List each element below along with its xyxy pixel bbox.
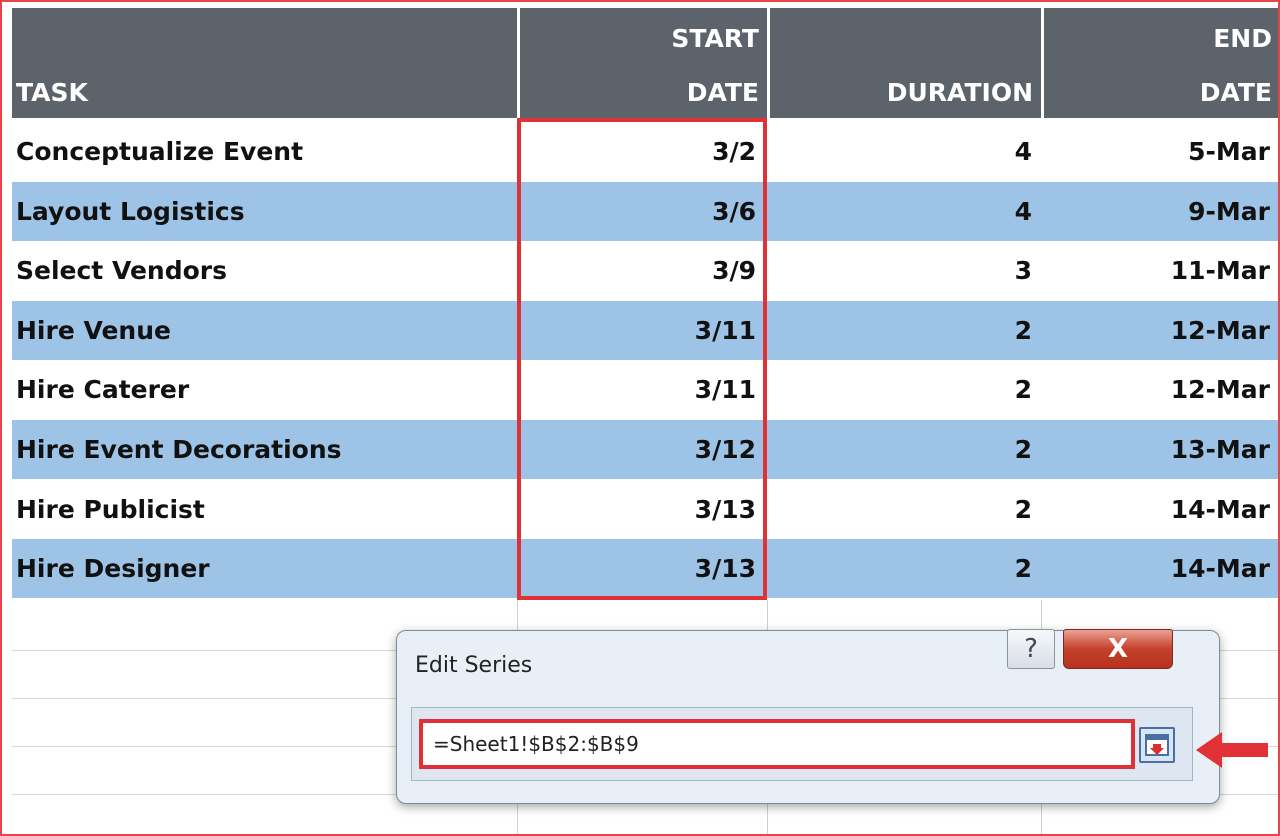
edit-series-dialog: Edit Series ? X	[396, 629, 1220, 804]
duration-cell[interactable]: 2	[770, 420, 1032, 479]
collapse-dialog-icon[interactable]	[1139, 727, 1175, 763]
end-date-cell[interactable]: 11-Mar	[1044, 241, 1270, 300]
header-duration-label: DURATION	[886, 78, 1033, 107]
end-date-cell[interactable]: 13-Mar	[1044, 420, 1270, 479]
header-end-date[interactable]: END DATE	[1044, 8, 1280, 118]
duration-cell[interactable]: 2	[770, 480, 1032, 539]
task-cell[interactable]: Conceptualize Event	[16, 122, 303, 181]
duration-cell[interactable]: 2	[770, 360, 1032, 419]
header-end-line2: DATE	[1199, 78, 1272, 107]
duration-cell[interactable]: 4	[770, 122, 1032, 181]
help-button[interactable]: ?	[1007, 629, 1055, 669]
task-cell[interactable]: Hire Event Decorations	[16, 420, 342, 479]
end-date-cell[interactable]: 12-Mar	[1044, 301, 1270, 360]
task-cell[interactable]: Hire Venue	[16, 301, 171, 360]
end-date-cell[interactable]: 14-Mar	[1044, 480, 1270, 539]
end-date-cell[interactable]: 9-Mar	[1044, 182, 1270, 241]
duration-cell[interactable]: 2	[770, 539, 1032, 598]
close-button[interactable]: X	[1063, 629, 1173, 669]
header-start-line1: START	[671, 24, 759, 53]
end-date-cell[interactable]: 14-Mar	[1044, 539, 1270, 598]
header-start-date[interactable]: START DATE	[520, 8, 767, 118]
header-task[interactable]: TASK	[12, 8, 517, 118]
start-date-selection-highlight	[517, 118, 767, 600]
end-date-cell[interactable]: 12-Mar	[1044, 360, 1270, 419]
header-end-line1: END	[1213, 24, 1272, 53]
task-cell[interactable]: Hire Designer	[16, 539, 210, 598]
task-cell[interactable]: Hire Caterer	[16, 360, 189, 419]
series-values-input[interactable]	[419, 719, 1135, 769]
dialog-title: Edit Series	[415, 653, 533, 678]
task-cell[interactable]: Layout Logistics	[16, 182, 245, 241]
task-cell[interactable]: Select Vendors	[16, 241, 227, 300]
end-date-cell[interactable]: 5-Mar	[1044, 122, 1270, 181]
header-task-label: TASK	[16, 78, 88, 107]
task-cell[interactable]: Hire Publicist	[16, 480, 205, 539]
duration-cell[interactable]: 2	[770, 301, 1032, 360]
header-start-line2: DATE	[686, 78, 759, 107]
duration-cell[interactable]: 3	[770, 241, 1032, 300]
duration-cell[interactable]: 4	[770, 182, 1032, 241]
red-arrow-icon	[1196, 732, 1268, 768]
header-duration[interactable]: DURATION	[770, 8, 1041, 118]
